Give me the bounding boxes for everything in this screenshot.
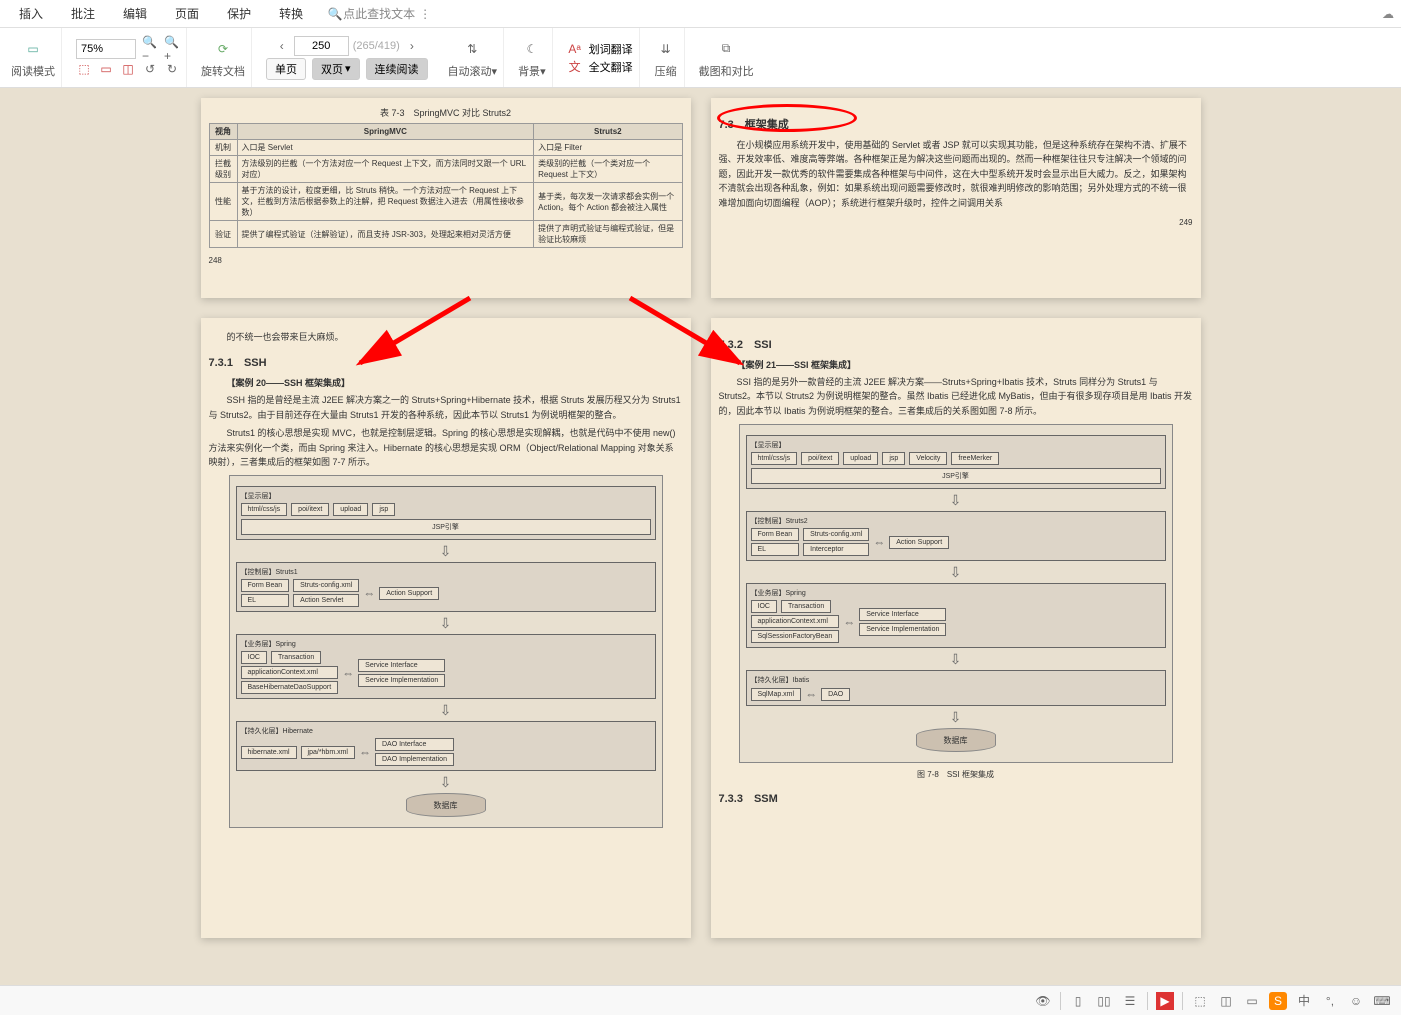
fit-width-icon[interactable]: ⬚: [76, 61, 92, 77]
menu-annotate[interactable]: 批注: [57, 5, 109, 22]
section-7-3-2: 7.3.2 SSI: [719, 336, 1193, 352]
read-mode-group: ▭ 阅读模式: [5, 28, 62, 87]
ime-punct-icon[interactable]: °,: [1321, 992, 1339, 1010]
compress-group: ⇊ 压缩: [648, 28, 685, 87]
zoom-group: 🔍− 🔍+ ⬚ ▭ ◫ ↺ ↻: [70, 28, 187, 87]
single-page-button[interactable]: 单页: [266, 58, 306, 80]
background-group: ☾ 背景▾: [512, 28, 553, 87]
ssi-para: SSI 指的是另外一款曾经的主流 J2EE 解决方案——Struts+Sprin…: [719, 375, 1193, 418]
menu-protect[interactable]: 保护: [213, 5, 265, 22]
ime-keyboard-icon[interactable]: ⌨: [1373, 992, 1391, 1010]
page-ssh: 的不统一也会带来巨大麻烦。 7.3.1 SSH 【案例 20——SSH 框架集成…: [201, 318, 691, 938]
autoscroll-icon[interactable]: ⇅: [460, 37, 484, 61]
background-icon[interactable]: ☾: [520, 37, 544, 61]
page-total: (265/419): [353, 40, 400, 52]
page-248: 表 7-3 SpringMVC 对比 Struts2 视角SpringMVCSt…: [201, 98, 691, 298]
compress-label: 压缩: [655, 63, 677, 79]
page-nav-group: ‹ (265/419) › 单页 双页▾ 连续阅读: [260, 28, 434, 87]
search-box[interactable]: 🔍 点此查找文本 ⋮: [327, 5, 431, 22]
actual-size-icon[interactable]: ◫: [120, 61, 136, 77]
tool-2-icon[interactable]: ◫: [1217, 992, 1235, 1010]
tool-1-icon[interactable]: ⬚: [1191, 992, 1209, 1010]
next-page-icon[interactable]: ›: [404, 38, 420, 54]
rotate-doc-icon[interactable]: ⟳: [211, 37, 235, 61]
status-bar: 👁 ▯ ▯▯ ☰ ▶ ⬚ ◫ ▭ S 中 °, ☺ ⌨: [0, 985, 1401, 1015]
search-placeholder: 点此查找文本: [343, 5, 415, 22]
page-number: 248: [209, 256, 683, 265]
continuous-button[interactable]: 连续阅读: [366, 58, 428, 80]
view-continuous-icon[interactable]: ☰: [1121, 992, 1139, 1010]
zoom-in-icon[interactable]: 🔍+: [164, 41, 180, 57]
document-canvas[interactable]: 表 7-3 SpringMVC 对比 Struts2 视角SpringMVCSt…: [0, 88, 1401, 985]
menu-insert[interactable]: 插入: [5, 5, 57, 22]
autoscroll-label: 自动滚动▾: [448, 63, 498, 79]
menu-bar: 插入 批注 编辑 页面 保护 转换 🔍 点此查找文本 ⋮ ☁: [0, 0, 1401, 28]
screenshot-icon[interactable]: ⧉: [714, 37, 738, 61]
full-trans-icon[interactable]: 文: [567, 59, 583, 75]
section-7-3-3: 7.3.3 SSM: [719, 790, 1193, 806]
zoom-select[interactable]: [76, 39, 136, 59]
page-input[interactable]: [294, 36, 349, 56]
ime-zh-icon[interactable]: 中: [1295, 992, 1313, 1010]
sogou-ime-icon[interactable]: S: [1269, 992, 1287, 1010]
zoom-out-icon[interactable]: 🔍−: [142, 41, 158, 57]
autoscroll-group: ⇅ 自动滚动▾: [442, 28, 505, 87]
word-trans-label[interactable]: 划词翻译: [589, 41, 633, 57]
translate-group: Aᵃ 划词翻译 文全文翻译: [561, 28, 640, 87]
menu-convert[interactable]: 转换: [265, 5, 317, 22]
double-page-button[interactable]: 双页▾: [312, 58, 360, 80]
case-21: 【案例 21——SSI 框架集成】: [737, 358, 1193, 371]
read-mode-label: 阅读模式: [11, 63, 55, 79]
screenshot-group: ⧉ 截图和对比: [693, 28, 760, 87]
ssh-para-1: SSH 指的是曾经是主流 J2EE 解决方案之一的 Struts+Spring+…: [209, 393, 683, 422]
menu-page[interactable]: 页面: [161, 5, 213, 22]
figure-7-8-caption: 图 7-8 SSI 框架集成: [719, 769, 1193, 780]
rotate-group: ⟳ 旋转文档: [195, 28, 252, 87]
play-icon[interactable]: ▶: [1156, 992, 1174, 1010]
rotate-left-icon[interactable]: ↺: [142, 61, 158, 77]
toolbar: ▭ 阅读模式 🔍− 🔍+ ⬚ ▭ ◫ ↺ ↻ ⟳ 旋转文档 ‹ (265/419…: [0, 28, 1401, 88]
screenshot-label: 截图和对比: [699, 63, 754, 79]
compress-icon[interactable]: ⇊: [654, 37, 678, 61]
view-double-icon[interactable]: ▯▯: [1095, 992, 1113, 1010]
section-7-3: 7.3 框架集成: [719, 116, 1193, 132]
eye-icon[interactable]: 👁: [1034, 992, 1052, 1010]
section-7-3-1: 7.3.1 SSH: [209, 354, 683, 370]
menu-edit[interactable]: 编辑: [109, 5, 161, 22]
rotate-label: 旋转文档: [201, 63, 245, 79]
ime-emoji-icon[interactable]: ☺: [1347, 992, 1365, 1010]
ssh-para-2: Struts1 的核心思想是实现 MVC，也就是控制层逻辑。Spring 的核心…: [209, 426, 683, 469]
fit-page-icon[interactable]: ▭: [98, 61, 114, 77]
rotate-right-icon[interactable]: ↻: [164, 61, 180, 77]
intro-text: 的不统一也会带来巨大麻烦。: [209, 330, 683, 344]
comparison-table: 视角SpringMVCStruts2 机制入口是 Servlet入口是 Filt…: [209, 123, 683, 248]
search-icon: 🔍: [327, 6, 343, 22]
table-title: 表 7-3 SpringMVC 对比 Struts2: [209, 106, 683, 119]
ssh-diagram: 【显示层】 html/css/jspoi/itextuploadjsp JSP引…: [229, 475, 663, 828]
page-249: 7.3 框架集成 在小规模应用系统开发中，使用基础的 Servlet 或者 JS…: [711, 98, 1201, 298]
read-mode-icon[interactable]: ▭: [21, 37, 45, 61]
word-trans-icon[interactable]: Aᵃ: [567, 41, 583, 57]
cloud-icon[interactable]: ☁: [1380, 6, 1396, 22]
page-number: 249: [719, 218, 1193, 227]
full-trans-label[interactable]: 全文翻译: [589, 59, 633, 75]
page-ssi: 7.3.2 SSI 【案例 21——SSI 框架集成】 SSI 指的是另外一款曾…: [711, 318, 1201, 938]
case-20: 【案例 20——SSH 框架集成】: [227, 376, 683, 389]
background-label: 背景▾: [518, 63, 546, 79]
tool-3-icon[interactable]: ▭: [1243, 992, 1261, 1010]
ssi-diagram: 【显示层】 html/css/jspoi/itextuploadjspVeloc…: [739, 424, 1173, 763]
view-single-icon[interactable]: ▯: [1069, 992, 1087, 1010]
framework-intro: 在小规模应用系统开发中，使用基础的 Servlet 或者 JSP 就可以实现其功…: [719, 138, 1193, 210]
prev-page-icon[interactable]: ‹: [274, 38, 290, 54]
